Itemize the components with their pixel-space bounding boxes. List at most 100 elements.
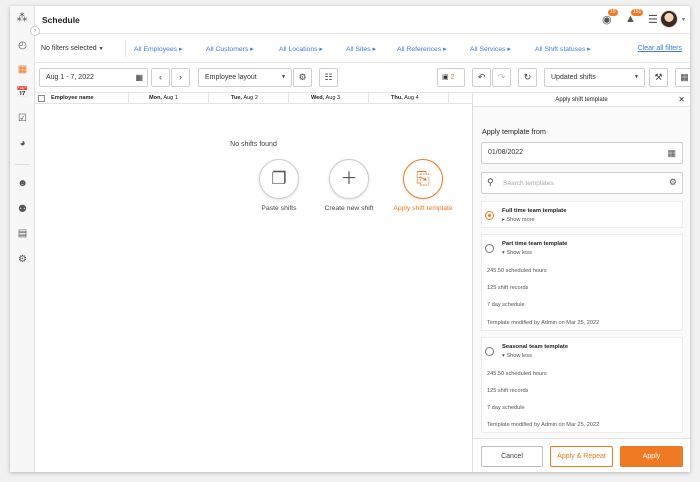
- filter-shift-statuses[interactable]: All Shift statuses ▸: [535, 45, 591, 53]
- column-day: Tue, Aug 2: [209, 93, 289, 104]
- adjust-columns-button[interactable]: ☷: [319, 68, 338, 87]
- bell-icon[interactable]: ▲ 151: [625, 9, 644, 25]
- publish-count: 2: [450, 74, 455, 81]
- paste-shifts-label: Paste shifts: [261, 205, 297, 212]
- template-search: ⚲ ⚙: [481, 172, 683, 194]
- page-title: Schedule: [42, 15, 80, 25]
- messages-badge: 10: [608, 9, 618, 16]
- sidebar: ⁂ ◴ ▦ 📅 ☑ ◕ ☻ ⚉ ▤ ⚙: [10, 6, 35, 472]
- panel-subtitle: Apply template from: [482, 127, 546, 136]
- sidebar-divider: [15, 164, 30, 165]
- chevron-down-icon[interactable]: ▼: [681, 17, 686, 23]
- filter-sites[interactable]: All Sites ▸: [346, 45, 376, 53]
- date-range-value: Aug 1 - 7, 2022: [46, 74, 94, 81]
- column-day: Wed, Aug 3: [289, 93, 369, 104]
- avatar[interactable]: [660, 10, 678, 28]
- template-hours: 245.50 scheduled hours: [487, 371, 547, 377]
- apply-button[interactable]: Apply: [620, 446, 683, 467]
- template-name: Part time team template: [502, 241, 568, 247]
- schedule-grid-body: No shifts found ❐ Paste shifts ＋ Create …: [35, 104, 472, 472]
- template-records: 125 shift records: [487, 285, 529, 291]
- schedule-grid-icon[interactable]: ▦: [16, 64, 29, 76]
- redo-button[interactable]: ↷: [492, 68, 511, 87]
- briefcase-icon[interactable]: ▤: [16, 228, 29, 240]
- refresh-button[interactable]: ↻: [518, 68, 537, 87]
- calendar-icon[interactable]: ▦: [667, 143, 676, 163]
- clipboard-icon: ⎘: [403, 159, 443, 199]
- select-all-checkbox[interactable]: [38, 95, 45, 102]
- template-card[interactable]: Full time team template ▸ Show more: [481, 201, 683, 228]
- previous-week-button[interactable]: ‹: [151, 68, 170, 87]
- template-card[interactable]: Part time team template ▾ Show less 245.…: [481, 234, 683, 331]
- template-toggle[interactable]: ▾ Show less: [502, 250, 532, 256]
- template-toggle[interactable]: ▾ Show less: [502, 353, 532, 359]
- filter-locations[interactable]: All Locations ▸: [279, 45, 323, 53]
- layout-select[interactable]: Employee layout ▼: [198, 68, 292, 87]
- users-icon[interactable]: ☻: [16, 178, 29, 190]
- close-icon[interactable]: ✕: [678, 93, 685, 107]
- template-radio[interactable]: [485, 244, 494, 253]
- template-toggle[interactable]: ▸ Show more: [502, 217, 535, 223]
- undo-button[interactable]: ↶: [472, 68, 491, 87]
- schedule-grid-header: Employee name Mon, Aug 1 Tue, Aug 2 Wed,…: [35, 93, 472, 104]
- template-name: Full time team template: [502, 208, 567, 214]
- messages-icon[interactable]: ◉ 10: [602, 9, 618, 26]
- copy-icon: ❐: [259, 159, 299, 199]
- create-new-shift-label: Create new shift: [324, 205, 374, 212]
- header: Schedule ◉ 10 ▲ 151 ☰ ▼: [35, 6, 690, 34]
- next-week-button[interactable]: ›: [171, 68, 190, 87]
- caret-down-icon: ▼: [634, 74, 639, 80]
- publish-count-button[interactable]: ▣ 2: [437, 68, 465, 87]
- settings-gear-icon[interactable]: ⚙: [16, 254, 29, 266]
- apply-shift-template-button[interactable]: ⎘ Apply shift template: [388, 159, 458, 212]
- template-modified: Template modified by Admin on Mar 25, 20…: [487, 320, 600, 326]
- gear-icon[interactable]: ⚙: [669, 177, 677, 188]
- calendar-icon[interactable]: 📅: [16, 87, 29, 99]
- dashboard-icon[interactable]: ◴: [16, 40, 29, 52]
- clear-all-filters-link[interactable]: Clear all filters: [638, 45, 682, 52]
- column-employee-name[interactable]: Employee name: [47, 93, 129, 104]
- template-card[interactable]: Seasonal team template ▾ Show less 245.5…: [481, 337, 683, 433]
- sidebar-collapse-button[interactable]: ›: [30, 26, 40, 36]
- view-select[interactable]: Updated shifts ▼: [544, 68, 645, 87]
- calendar-settings-icon[interactable]: ▦: [675, 68, 690, 87]
- filter-services[interactable]: All Services ▸: [470, 45, 511, 53]
- clipboard-icon[interactable]: ☑: [16, 113, 29, 125]
- app-window: ⁂ ◴ ▦ 📅 ☑ ◕ ☻ ⚉ ▤ ⚙ › Schedule ◉ 10 ▲ 15…: [10, 6, 690, 472]
- template-radio[interactable]: [485, 211, 494, 220]
- template-radio[interactable]: [485, 347, 494, 356]
- date-range-picker[interactable]: Aug 1 - 7, 2022 ▦: [39, 68, 148, 87]
- plus-icon: ＋: [329, 159, 369, 199]
- filter-dropdown[interactable]: No filters selected ▼: [41, 45, 104, 52]
- column-day: Mon, Aug 1: [129, 93, 209, 104]
- pie-chart-icon[interactable]: ◕: [16, 138, 29, 150]
- apply-repeat-button[interactable]: Apply & Repeat: [550, 446, 613, 467]
- template-days: 7 day schedule: [487, 405, 525, 411]
- cancel-button[interactable]: Cancel: [481, 446, 543, 467]
- template-search-input[interactable]: [503, 178, 643, 189]
- logo-icon: ⁂: [16, 12, 28, 24]
- template-name: Seasonal team template: [502, 344, 569, 350]
- filter-references[interactable]: All References ▸: [397, 45, 447, 53]
- filter-customers[interactable]: All Customers ▸: [206, 45, 254, 53]
- template-date-field[interactable]: 01/08/2022 ▦: [481, 142, 683, 164]
- team-icon[interactable]: ⚉: [16, 204, 29, 216]
- create-new-shift-button[interactable]: ＋ Create new shift: [314, 159, 384, 212]
- calendar-icon: ▦: [135, 73, 143, 82]
- layout-settings-button[interactable]: ⚙: [293, 68, 312, 87]
- notifications-badge: 151: [631, 9, 644, 16]
- paste-shifts-button[interactable]: ❐ Paste shifts: [244, 159, 314, 212]
- template-modified: Template modified by Admin on Mar 25, 20…: [487, 422, 600, 428]
- apply-shift-template-label: Apply shift template: [393, 205, 453, 212]
- template-hours: 245.50 scheduled hours: [487, 268, 547, 274]
- filter-employees[interactable]: All Employees ▸: [134, 45, 182, 53]
- filter-bar: No filters selected ▼ All Employees ▸ Al…: [35, 34, 690, 63]
- list-menu-icon[interactable]: ☰: [648, 13, 658, 26]
- view-select-value: Updated shifts: [551, 74, 596, 81]
- template-date-value: 01/08/2022: [488, 149, 524, 156]
- template-records: 125 shift records: [487, 388, 529, 394]
- template-days: 7 day schedule: [487, 302, 525, 308]
- caret-down-icon: ▼: [98, 46, 104, 52]
- layout-select-value: Employee layout: [205, 74, 257, 81]
- wrench-icon[interactable]: ⚒: [649, 68, 668, 87]
